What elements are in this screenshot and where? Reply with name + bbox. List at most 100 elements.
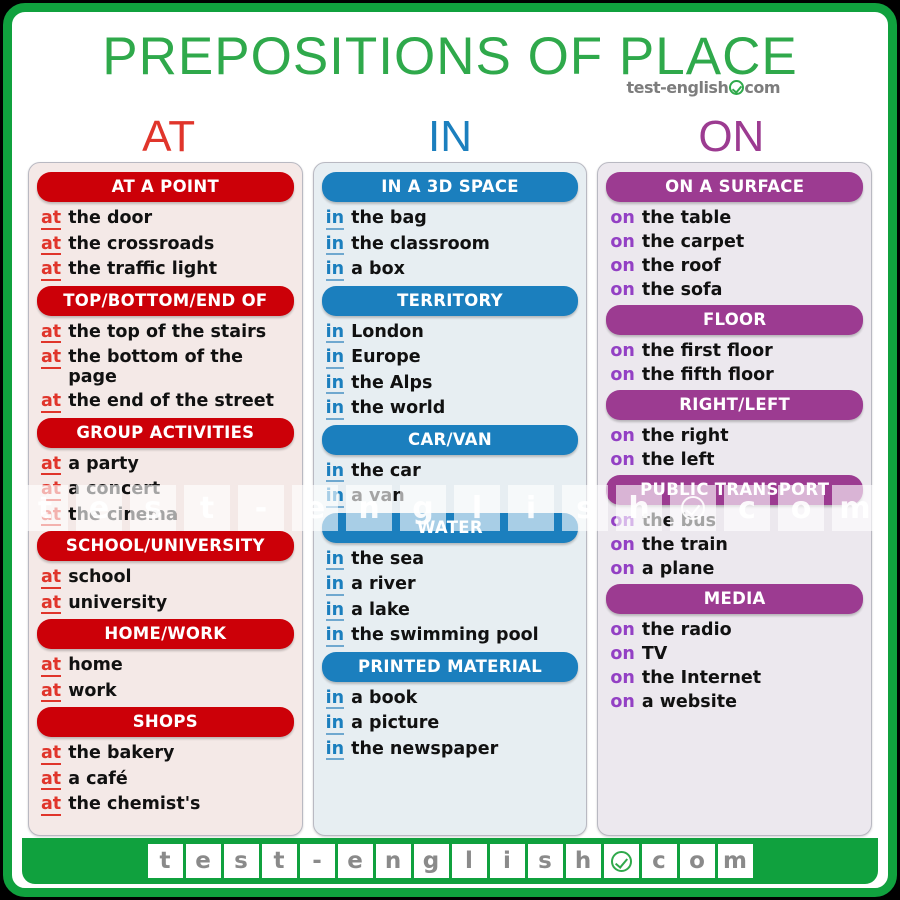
phrase-text: work bbox=[68, 680, 117, 701]
preposition-word: on bbox=[610, 450, 635, 470]
phrase-text: the right bbox=[641, 426, 729, 446]
list-item: in the classroom bbox=[320, 232, 581, 258]
group-banner: GROUP ACTIVITIES bbox=[37, 417, 294, 448]
list-item: on the Internet bbox=[604, 666, 865, 690]
columns-container: AT A POINT at the door at the crossroads at th… bbox=[28, 162, 873, 836]
preposition-word: at bbox=[41, 453, 62, 475]
list-item: in the bag bbox=[320, 206, 581, 232]
column-card-on: ON A SURFACE on the table on the carpet on the… bbox=[597, 162, 873, 836]
list-item: in the newspaper bbox=[320, 737, 581, 763]
footer-letter-tile: o bbox=[679, 844, 715, 878]
preposition-word: on bbox=[610, 668, 635, 688]
footer-letter-tile: s bbox=[527, 844, 563, 878]
phrase-text: the newspaper bbox=[351, 738, 499, 759]
phrase-text: the Internet bbox=[641, 668, 762, 688]
phrase-text: a van bbox=[351, 486, 405, 506]
preposition-word: in bbox=[325, 738, 345, 760]
preposition-word: in bbox=[325, 321, 345, 343]
brand-tld-text: com bbox=[744, 78, 780, 97]
list-item: in the swimming pool bbox=[320, 623, 581, 649]
column-card-at: AT A POINT at the door at the crossroads at th… bbox=[28, 162, 303, 836]
footer-letter-tile: l bbox=[451, 844, 487, 878]
preposition-word: on bbox=[610, 280, 635, 300]
list-item: at the top of the stairs bbox=[35, 320, 296, 346]
check-circle-icon bbox=[610, 850, 632, 872]
preposition-word: at bbox=[41, 768, 62, 790]
phrase-text: the end of the street bbox=[68, 391, 274, 411]
phrase-text: the chemist's bbox=[68, 794, 201, 814]
phrase-text: Europe bbox=[351, 347, 421, 367]
column-letter-in: IN bbox=[427, 112, 472, 161]
phrase-text: the left bbox=[641, 450, 715, 470]
phrase-text: the Alps bbox=[351, 372, 433, 393]
group-banner: HOME/WORK bbox=[37, 619, 294, 649]
list-item: in a box bbox=[320, 257, 581, 283]
phrase-text: TV bbox=[641, 644, 668, 664]
list-item: on a website bbox=[604, 690, 865, 714]
list-item: at work bbox=[35, 679, 296, 705]
phrase-text: the traffic light bbox=[68, 259, 218, 279]
phrase-text: the radio bbox=[641, 620, 732, 640]
preposition-word: on bbox=[610, 620, 635, 640]
preposition-word: in bbox=[325, 599, 345, 621]
list-item: in a river bbox=[320, 572, 581, 598]
list-item: in a lake bbox=[320, 598, 581, 624]
list-item: in a book bbox=[320, 686, 581, 712]
list-item: on the roof bbox=[604, 254, 865, 278]
phrase-text: a river bbox=[351, 574, 416, 594]
list-item: in the world bbox=[320, 396, 581, 422]
phrase-text: a picture bbox=[351, 713, 440, 733]
list-item: in London bbox=[320, 320, 581, 346]
preposition-word: on bbox=[610, 511, 635, 531]
phrase-text: school bbox=[68, 567, 132, 587]
check-circle-icon bbox=[729, 80, 745, 95]
preposition-word: at bbox=[41, 592, 62, 614]
phrase-text: a lake bbox=[351, 599, 410, 620]
list-item: at home bbox=[35, 653, 296, 679]
preposition-word: in bbox=[325, 208, 345, 230]
preposition-word: in bbox=[325, 233, 345, 255]
phrase-text: the sea bbox=[351, 548, 425, 569]
list-item: at a party bbox=[35, 452, 296, 478]
brand-name-text: test-english bbox=[626, 78, 729, 97]
phrase-text: the roof bbox=[641, 256, 721, 276]
phrase-text: a box bbox=[351, 259, 405, 279]
footer-letter-tile: i bbox=[489, 844, 525, 878]
preposition-word: in bbox=[325, 347, 345, 369]
list-item: on the train bbox=[604, 533, 865, 557]
column-card-in: IN A 3D SPACE in the bag in the classroom in a… bbox=[312, 162, 588, 836]
list-item: on a plane bbox=[604, 557, 865, 581]
preposition-word: in bbox=[325, 713, 345, 735]
preposition-word: in bbox=[325, 398, 345, 420]
list-item: in a van bbox=[320, 484, 581, 510]
list-item: at the chemist's bbox=[35, 792, 296, 818]
list-item: on the right bbox=[604, 424, 865, 448]
phrase-text: the carpet bbox=[641, 232, 745, 252]
preposition-word: on bbox=[610, 692, 635, 712]
list-item: on the left bbox=[604, 448, 865, 472]
phrase-text: the swimming pool bbox=[351, 625, 539, 645]
phrase-text: a party bbox=[68, 453, 139, 474]
group-banner: SCHOOL/UNIVERSITY bbox=[37, 531, 294, 561]
phrase-text: the classroom bbox=[351, 233, 490, 254]
group-banner: FLOOR bbox=[606, 305, 864, 335]
phrase-text: the table bbox=[641, 208, 732, 228]
preposition-word: on bbox=[610, 208, 635, 228]
preposition-word: in bbox=[325, 687, 345, 709]
preposition-word: on bbox=[610, 341, 635, 361]
list-item: at the cinema bbox=[35, 503, 296, 529]
list-item: at a concert bbox=[35, 477, 296, 503]
phrase-text: London bbox=[351, 321, 424, 342]
list-item: on the radio bbox=[604, 618, 865, 642]
phrase-text: a concert bbox=[68, 479, 161, 499]
footer-brand-bar: test-englishcom bbox=[22, 838, 878, 884]
phrase-text: the first floor bbox=[641, 341, 773, 361]
infographic-poster: PREPOSITIONS OF PLACE test-english com A… bbox=[0, 0, 900, 900]
group-banner: SHOPS bbox=[37, 707, 294, 737]
preposition-word: at bbox=[41, 655, 62, 677]
group-banner: PRINTED MATERIAL bbox=[321, 651, 579, 682]
footer-letter-tile: t bbox=[147, 844, 183, 878]
list-item: in the Alps bbox=[320, 371, 581, 397]
column-letters: AT IN ON bbox=[28, 112, 872, 164]
preposition-word: in bbox=[325, 548, 345, 570]
